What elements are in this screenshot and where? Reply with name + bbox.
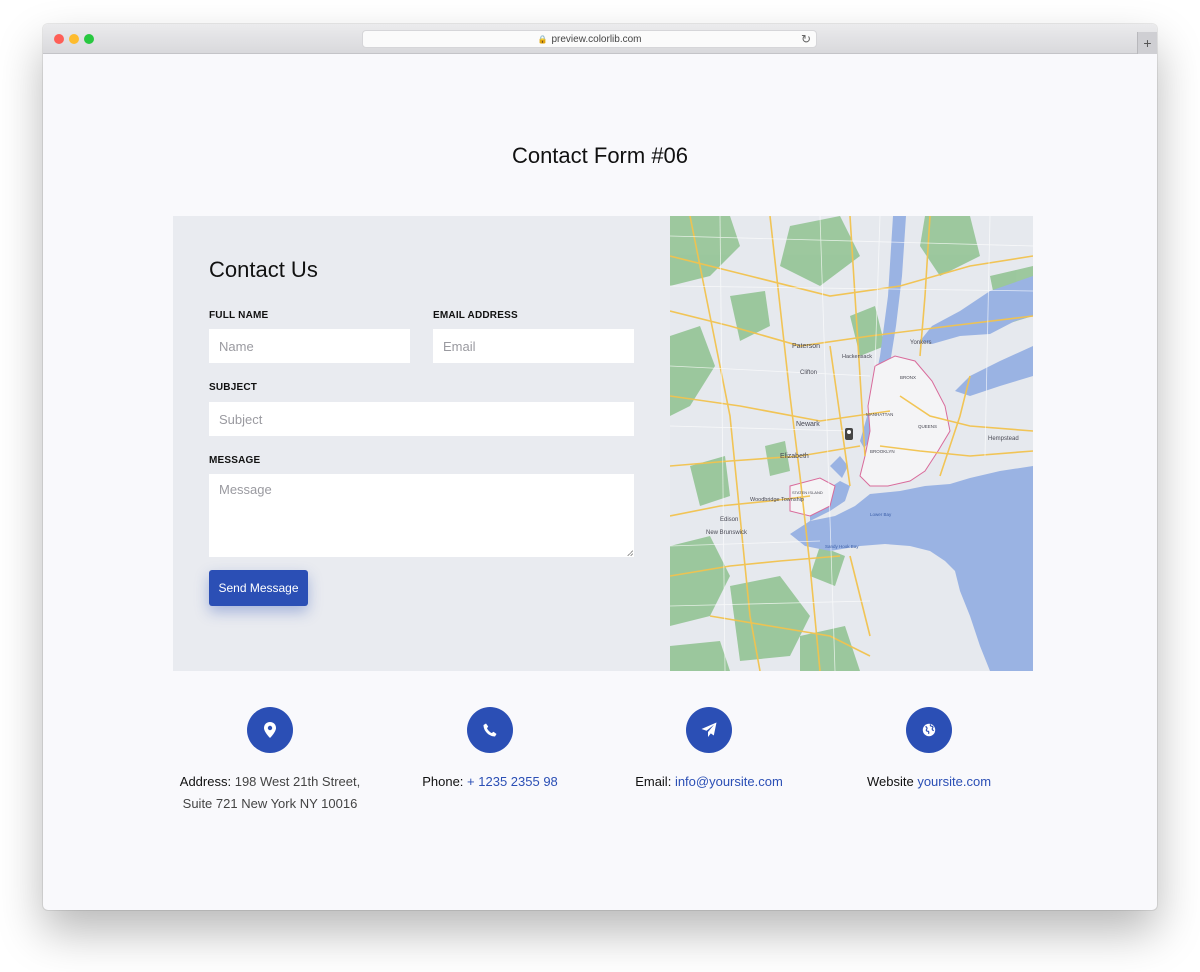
map-label-brooklyn: BROOKLYN (870, 449, 895, 454)
zoom-window-button[interactable] (84, 34, 94, 44)
map-label-manhattan: MANHATTAN (866, 412, 893, 417)
map-label-staten-island: STATEN ISLAND (792, 490, 823, 495)
map-label-sandy-hook-bay: Sandy Hook Bay (825, 544, 859, 549)
contact-form-panel: Contact Us FULL NAME EMAIL ADDRESS SUBJE… (173, 216, 670, 671)
email-link[interactable]: info@yoursite.com (675, 774, 783, 789)
message-textarea[interactable] (209, 474, 634, 557)
browser-titlebar: 🔒 preview.colorlib.com ↻ + (43, 24, 1157, 54)
address-line1: 198 West 21th Street, (234, 774, 361, 789)
map-label-queens: QUEENS (918, 424, 937, 429)
globe-icon (906, 707, 952, 753)
map-label-clifton: Clifton (800, 370, 817, 376)
map-pin-icon (247, 707, 293, 753)
address-bar[interactable]: 🔒 preview.colorlib.com ↻ (362, 30, 817, 48)
new-tab-button[interactable]: + (1137, 32, 1157, 54)
map-label-new-brunswick: New Brunswick (706, 530, 748, 536)
map-label-woodbridge: Woodbridge Township (750, 497, 804, 503)
email-label: EMAIL ADDRESS (433, 310, 518, 321)
url-text: preview.colorlib.com (551, 33, 642, 45)
minimize-window-button[interactable] (69, 34, 79, 44)
map-canvas[interactable]: Paterson Newark Elizabeth MANHATTAN BROO… (670, 216, 1033, 671)
phone-label: Phone: (422, 774, 464, 789)
phone-link[interactable]: + 1235 2355 98 (467, 774, 558, 789)
page-title: Contact Form #06 (511, 143, 689, 168)
map-label-elizabeth: Elizabeth (780, 453, 809, 460)
email-input[interactable] (433, 329, 634, 363)
subject-label: SUBJECT (209, 382, 258, 393)
subject-input[interactable] (209, 402, 634, 436)
close-window-button[interactable] (54, 34, 64, 44)
website-label: Website (866, 774, 914, 789)
map-label-hackensack: Hackensack (842, 354, 872, 360)
full-name-input[interactable] (209, 329, 410, 363)
map-label-newark: Newark (796, 421, 820, 428)
full-name-label: FULL NAME (209, 310, 269, 321)
map-label-lower-bay: Lower Bay (870, 512, 892, 517)
browser-window: 🔒 preview.colorlib.com ↻ + Contact Form … (43, 24, 1157, 910)
map-label-bronx: BRONX (900, 375, 916, 380)
phone-icon (467, 707, 513, 753)
website-text: Website yoursite.com (799, 771, 1059, 793)
reload-icon[interactable]: ↻ (801, 32, 811, 46)
map-view[interactable]: Paterson Newark Elizabeth MANHATTAN BROO… (670, 216, 1033, 671)
form-heading: Contact Us (209, 257, 318, 282)
send-message-button[interactable]: Send Message (209, 570, 308, 606)
address-label: Address: (179, 774, 232, 789)
info-website: Website yoursite.com (799, 707, 1059, 793)
message-label: MESSAGE (209, 455, 261, 466)
website-link[interactable]: yoursite.com (917, 774, 991, 789)
map-label-yonkers: Yonkers (910, 340, 931, 346)
map-label-edison: Edison (720, 517, 738, 523)
map-label-paterson: Paterson (792, 343, 820, 350)
email-info-label: Email: (635, 774, 672, 789)
paper-plane-icon (686, 707, 732, 753)
lock-icon: 🔒 (537, 34, 548, 44)
map-label-hempstead: Hempstead (988, 436, 1019, 442)
map-marker-icon[interactable] (845, 428, 853, 440)
address-line2: Suite 721 New York NY 10016 (182, 796, 358, 811)
textarea-resize-handle[interactable] (627, 550, 633, 556)
